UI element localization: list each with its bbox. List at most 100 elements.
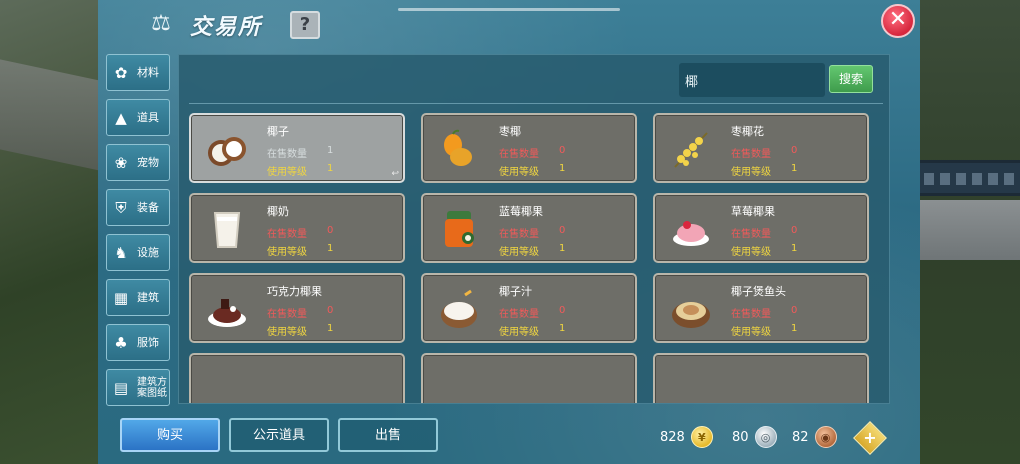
item-card[interactable]: 枣椰 在售数量 0 使用等级 1 xyxy=(421,113,637,183)
tab-tool[interactable]: ▲ 道具 xyxy=(106,99,170,136)
tab-building[interactable]: ▦ 建筑 xyxy=(106,279,170,316)
item-card[interactable]: 椰奶 在售数量 0 使用等级 1 xyxy=(189,193,405,263)
building-icon: ▦ xyxy=(113,288,129,307)
content-panel: 搜索 椰子在售数量 1 使用等级 1 ↩ 枣椰在售数量 0 使用等级 1 枣椰花在售数量 0 使用等级… xyxy=(178,54,890,404)
use-level-label: 使用等级 xyxy=(499,327,539,338)
paw-icon: ❀ xyxy=(114,153,128,172)
item-name: 枣椰 xyxy=(499,125,521,138)
use-level-value: 1 xyxy=(559,163,566,174)
use-level-label: 使用等级 xyxy=(731,167,771,178)
use-level-value: 1 xyxy=(791,323,798,334)
tab-materials[interactable]: ✿ 材料 xyxy=(106,54,170,91)
close-button[interactable]: ✕ xyxy=(881,4,915,38)
strawberry-jelly-icon xyxy=(667,205,715,253)
item-card[interactable]: 草莓椰果 在售数量 0 使用等级 1 xyxy=(653,193,869,263)
silver-coin-icon: ◎ xyxy=(754,426,777,448)
item-name: 巧克力椰果 xyxy=(267,285,322,298)
item-card-partial[interactable] xyxy=(189,353,405,403)
game-background-right xyxy=(920,0,1020,464)
tab-label: 道具 xyxy=(137,110,159,124)
sell-button[interactable]: 出售 xyxy=(338,418,438,452)
use-level-row: 使用等级 1 xyxy=(499,163,565,178)
use-level-label: 使用等级 xyxy=(731,327,771,338)
background-wall xyxy=(920,200,1020,260)
sale-count-row: 在售数量 0 xyxy=(731,225,797,240)
use-level-label: 使用等级 xyxy=(267,327,307,338)
tab-clothing[interactable]: ♣ 服饰 xyxy=(106,324,170,361)
add-currency-button[interactable]: + xyxy=(853,421,887,455)
help-button[interactable]: ? xyxy=(290,11,320,39)
search-input[interactable] xyxy=(679,63,825,97)
copper-amount: 82 xyxy=(792,429,809,445)
tab-blueprint[interactable]: ▤ 建筑方 案图纸 xyxy=(106,369,170,406)
tab-facility[interactable]: ♞ 设施 xyxy=(106,234,170,271)
copper-currency: 82 ◉ xyxy=(792,426,837,448)
item-grid[interactable]: 椰子 在售数量 1 使用等级 1 ↩ 枣椰 在售数量 0 使用等级 1 枣椰花 在售数量 0 使用等级 1 椰奶… xyxy=(189,113,879,403)
item-card[interactable]: 椰子汁 在售数量 0 使用等级 1 xyxy=(421,273,637,343)
fish-head-soup-icon xyxy=(667,285,715,333)
game-background-left xyxy=(0,0,100,464)
tab-label: 建筑 xyxy=(137,290,159,304)
tool-icon: ▲ xyxy=(115,108,127,127)
title-bar: ⚖ 交易所 ? ✕ xyxy=(98,0,920,48)
sale-count-row: 在售数量 0 xyxy=(499,305,565,320)
sale-count-row: 在售数量 0 xyxy=(499,225,565,240)
category-tabs: ✿ 材料 ▲ 道具 ❀ 宠物 ⛨ 装备 ♞ 设施 ▦ 建筑 ♣ 服饰 ▤ 建筑方 案图纸 xyxy=(106,54,170,414)
item-card[interactable]: 蓝莓椰果在售数量 0 使用等级 1 xyxy=(421,193,637,263)
sale-count-value: 0 xyxy=(327,305,334,316)
use-level-row: 使用等级 1 xyxy=(731,243,797,258)
copper-coin-icon: ◉ xyxy=(814,426,837,448)
sale-count-value: 0 xyxy=(791,145,798,156)
sale-count-value: 0 xyxy=(791,305,798,316)
coconut-juice-icon xyxy=(435,285,483,333)
item-card[interactable]: 枣椰花在售数量 0 使用等级 1 xyxy=(653,113,869,183)
item-card-partial[interactable] xyxy=(421,353,637,403)
use-level-row: 使用等级 1 xyxy=(267,163,333,178)
sale-count-label: 在售数量 xyxy=(267,149,307,160)
use-level-row: 使用等级 1 xyxy=(499,243,565,258)
public-items-button[interactable]: 公示道具 xyxy=(229,418,329,452)
divider xyxy=(189,103,883,104)
sale-count-row: 在售数量 0 xyxy=(267,305,333,320)
use-level-value: 1 xyxy=(327,323,334,334)
coconut-milk-icon xyxy=(203,205,251,253)
use-level-label: 使用等级 xyxy=(499,167,539,178)
tab-label: 宠物 xyxy=(137,155,159,169)
exchange-window: ⚖ 交易所 ? ✕ ✿ 材料 ▲ 道具 ❀ 宠物 ⛨ 装备 ♞ 设施 ▦ 建筑 ♣ 服饰 ▤ 建筑方 案图纸 … xyxy=(98,0,920,464)
tab-paw[interactable]: ❀ 宠物 xyxy=(106,144,170,181)
item-name: 椰子汁 xyxy=(499,285,532,298)
sale-count-label: 在售数量 xyxy=(731,149,771,160)
use-level-label: 使用等级 xyxy=(499,247,539,258)
drag-handle[interactable] xyxy=(398,8,620,11)
item-name: 蓝莓椰果 xyxy=(499,205,543,218)
sale-count-label: 在售数量 xyxy=(731,309,771,320)
sale-count-value: 0 xyxy=(791,225,798,236)
sale-count-value: 0 xyxy=(559,225,566,236)
item-card-partial[interactable] xyxy=(653,353,869,403)
date-palm-flower-icon xyxy=(667,125,715,173)
scales-icon: ⚖ xyxy=(151,11,171,36)
use-level-label: 使用等级 xyxy=(267,167,307,178)
armor-icon: ⛨ xyxy=(115,198,127,217)
sale-count-value: 1 xyxy=(327,145,334,156)
blueprint-icon: ▤ xyxy=(113,378,129,397)
use-level-row: 使用等级 1 xyxy=(731,323,797,338)
use-level-row: 使用等级 1 xyxy=(267,323,333,338)
search-box[interactable] xyxy=(679,63,825,97)
item-card[interactable]: 椰子煲鱼头 在售数量 0 使用等级 1 xyxy=(653,273,869,343)
tab-armor[interactable]: ⛨ 装备 xyxy=(106,189,170,226)
window-title: 交易所 xyxy=(190,15,263,40)
sale-count-label: 在售数量 xyxy=(499,149,539,160)
item-card[interactable]: 巧克力椰果在售数量 0 使用等级 1 xyxy=(189,273,405,343)
item-name: 枣椰花 xyxy=(731,125,764,138)
coconut-icon xyxy=(203,125,251,173)
search-button[interactable]: 搜索 xyxy=(829,65,873,93)
use-level-value: 1 xyxy=(791,163,798,174)
sale-count-label: 在售数量 xyxy=(267,229,307,240)
materials-icon: ✿ xyxy=(114,63,128,82)
item-name: 椰子 xyxy=(267,125,289,138)
sale-count-value: 0 xyxy=(559,305,566,316)
sale-count-row: 在售数量 0 xyxy=(731,145,797,160)
item-card[interactable]: 椰子 在售数量 1 使用等级 1 ↩ xyxy=(189,113,405,183)
buy-button[interactable]: 购买 xyxy=(120,418,220,452)
